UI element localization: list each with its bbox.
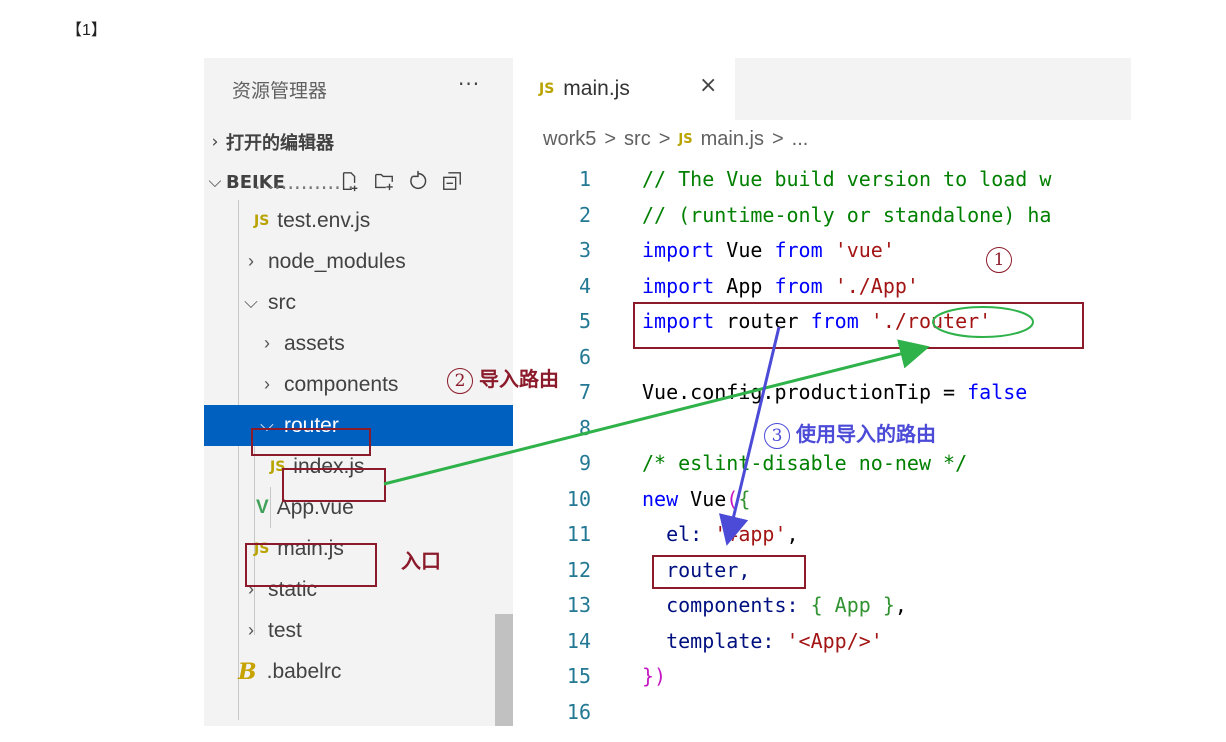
router-path-ellipse: [932, 306, 1034, 338]
blue-arrow: [719, 326, 781, 546]
green-arrow: [383, 339, 930, 486]
annotation-overlay: [383, 306, 1034, 546]
